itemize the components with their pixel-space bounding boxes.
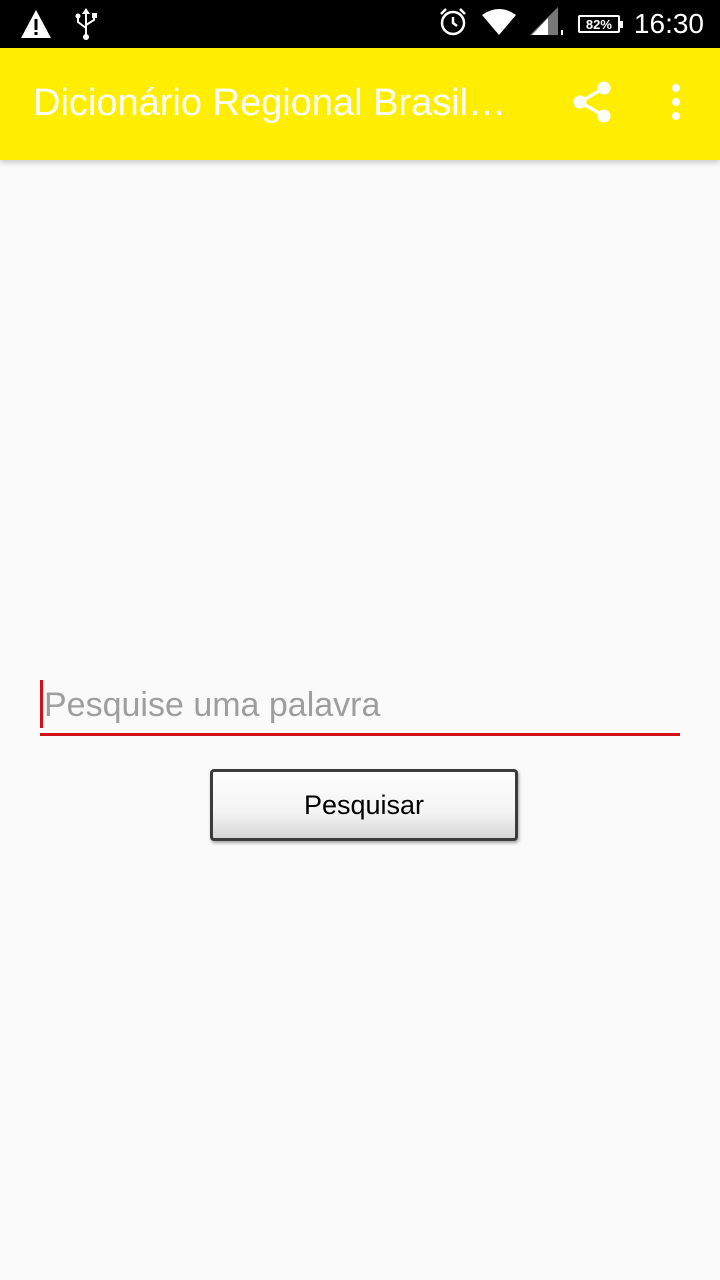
more-vert-icon: [671, 83, 681, 125]
alarm-icon: [438, 7, 468, 42]
battery-indicator: 82%: [577, 15, 623, 33]
status-right-icons: 82% 16:30: [438, 6, 704, 42]
warning-icon: [20, 9, 52, 44]
wifi-icon: [481, 8, 516, 40]
more-options-button[interactable]: [652, 80, 700, 128]
app-title: Dicionário Regional Brasileiro: [33, 82, 523, 124]
share-button[interactable]: [568, 80, 616, 128]
status-left-icons: [20, 8, 98, 45]
signal-icon: [529, 6, 564, 42]
status-bar: 82% 16:30: [0, 0, 720, 48]
search-input[interactable]: [40, 680, 680, 730]
share-icon: [572, 81, 612, 128]
usb-icon: [74, 8, 98, 45]
search-field[interactable]: [40, 680, 680, 736]
status-clock: 16:30: [633, 8, 704, 39]
app-bar: Dicionário Regional Brasileiro: [0, 48, 720, 160]
search-button[interactable]: Pesquisar: [210, 769, 518, 841]
